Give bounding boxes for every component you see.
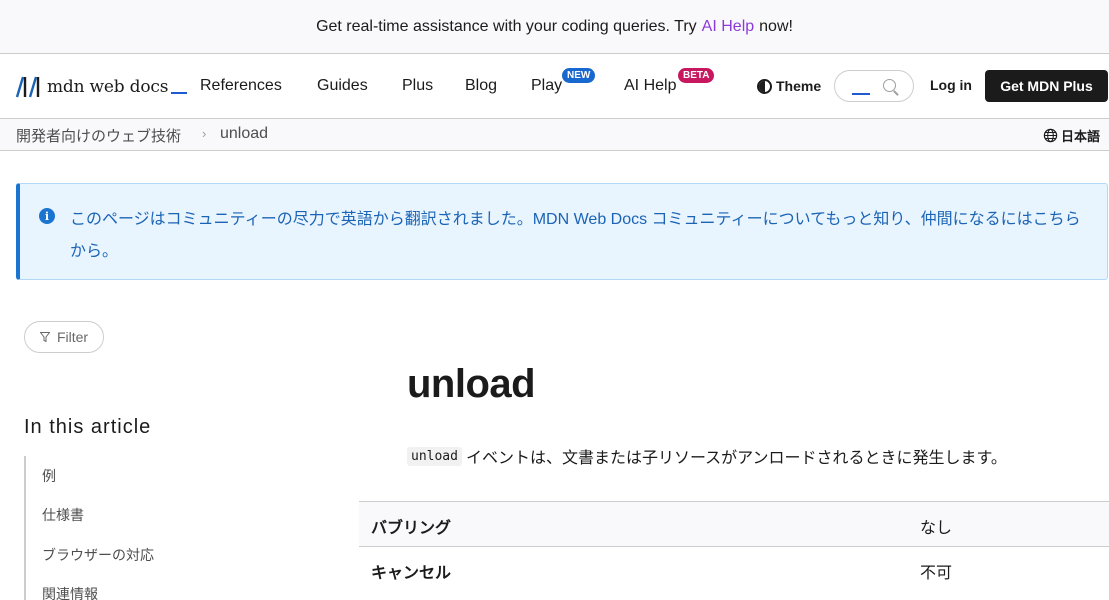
mdn-logo-icon — [16, 76, 40, 98]
info-icon: i — [39, 208, 55, 224]
ai-help-link[interactable]: AI Help — [702, 18, 754, 36]
row-value-cancelable: 不可 — [920, 565, 953, 582]
nav-references[interactable]: References — [200, 77, 282, 95]
theme-icon — [757, 78, 772, 94]
globe-icon — [1043, 128, 1058, 143]
nav-blog[interactable]: Blog — [465, 77, 497, 95]
table-row: キャンセル 不可 — [359, 546, 1109, 591]
theme-toggle[interactable]: Theme — [757, 78, 821, 94]
row-label-bubbles: バブリング — [371, 520, 452, 537]
promo-text: Get real-time assistance with your codin… — [316, 17, 697, 35]
breadcrumb-parent[interactable]: 開発者向けのウェブ技術 — [16, 125, 181, 146]
filter-button[interactable]: Filter — [24, 321, 104, 353]
promo-banner: Get real-time assistance with your codin… — [0, 0, 1109, 54]
breadcrumb-bar: 開発者向けのウェブ技術 › unload 日本語 — [0, 118, 1109, 151]
breadcrumb-separator: › — [202, 126, 207, 141]
nav-plus[interactable]: Plus — [402, 77, 433, 95]
notice-text: このページはコミュニティーの尽力で英語から翻訳されました。MDN Web Doc… — [70, 211, 1081, 260]
toc-item-examples[interactable]: 例 — [42, 466, 56, 486]
get-mdn-plus-button[interactable]: Get MDN Plus — [985, 70, 1108, 102]
table-row: バブリング なし — [359, 501, 1109, 546]
toc-item-see-also[interactable]: 関連情報 — [42, 584, 98, 600]
nav-ai-help-label: AI Help — [624, 77, 677, 94]
nav-play[interactable]: Play NEW — [531, 68, 596, 95]
intro-text: イベントは、文書または子リソースがアンロードされるときに発生します。 — [465, 450, 1007, 467]
intro-code: unload — [407, 446, 462, 466]
language-selector[interactable]: 日本語 — [1043, 126, 1100, 145]
toc-item-specifications[interactable]: 仕様書 — [42, 505, 84, 525]
breadcrumb-current[interactable]: unload — [220, 125, 268, 143]
login-button[interactable]: Log in — [930, 77, 972, 93]
intro-paragraph: unload イベントは、文書または子リソースがアンロードされるときに発生します… — [407, 444, 1007, 468]
mdn-logo[interactable]: mdn web docs — [16, 74, 188, 100]
top-navigation: mdn web docs References Guides Plus Blog… — [0, 54, 1109, 118]
row-label-cancelable: キャンセル — [371, 565, 452, 582]
event-properties-table: バブリング なし キャンセル 不可 — [359, 501, 1109, 591]
language-label: 日本語 — [1061, 129, 1101, 144]
row-value-bubbles: なし — [920, 520, 953, 537]
toc-title: In this article — [24, 416, 152, 438]
nav-play-label: Play — [531, 77, 563, 94]
nav-ai-help[interactable]: AI Help BETA — [624, 68, 715, 95]
filter-label: Filter — [56, 329, 89, 345]
page-title: unload — [407, 362, 536, 406]
new-badge: NEW — [562, 68, 596, 83]
translation-notice: i このページはコミュニティーの尽力で英語から翻訳されました。MDN Web D… — [16, 183, 1108, 280]
logo-text: mdn web docs — [47, 77, 169, 97]
theme-label: Theme — [776, 78, 822, 94]
beta-badge: BETA — [678, 68, 715, 83]
search-input[interactable] — [834, 70, 914, 102]
search-caret — [852, 93, 870, 95]
nav-guides[interactable]: Guides — [317, 77, 368, 95]
search-icon — [883, 79, 896, 92]
promo-text-end: now! — [759, 17, 793, 35]
toc-item-browser-compat[interactable]: ブラウザーの対応 — [42, 545, 154, 565]
toc-list: 例 仕様書 ブラウザーの対応 関連情報 — [24, 456, 324, 600]
logo-underscore — [171, 92, 188, 94]
filter-icon — [39, 332, 50, 342]
